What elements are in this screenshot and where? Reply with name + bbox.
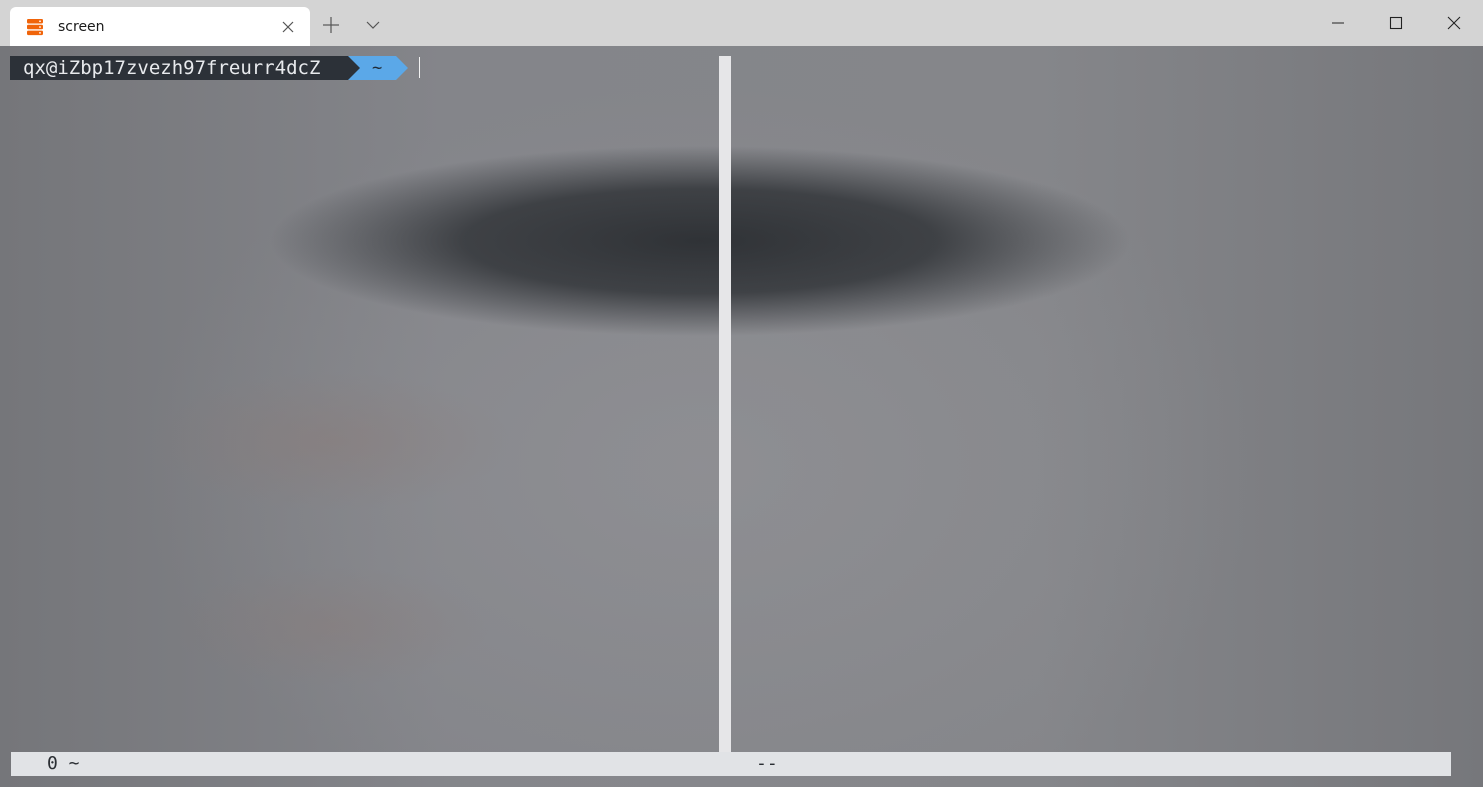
server-stack-icon — [26, 18, 44, 36]
prompt-end-arrow — [396, 56, 408, 80]
text-cursor — [419, 57, 420, 78]
minimize-button[interactable] — [1309, 0, 1367, 46]
pane-divider[interactable] — [719, 56, 731, 752]
tab-screen[interactable]: screen — [10, 7, 310, 46]
chevron-down-icon[interactable] — [363, 15, 383, 35]
maximize-button[interactable] — [1367, 0, 1425, 46]
tab-close-icon[interactable] — [278, 17, 298, 37]
status-indicator: -- — [756, 753, 778, 774]
minimize-icon — [1332, 22, 1344, 24]
terminal-pane[interactable]: qx@iZbp17zvezh97freurr4dcZ ~ 0 ~ -- — [0, 46, 1483, 787]
screen-status-bar: 0 ~ -- — [11, 752, 1451, 776]
status-window-list: 0 ~ — [47, 753, 80, 774]
prompt-user-host: qx@iZbp17zvezh97freurr4dcZ — [23, 57, 321, 79]
close-icon — [1447, 16, 1461, 30]
tab-title: screen — [58, 19, 105, 35]
terminal-window: screen qx@iZbp17zvezh97freurr4dcZ ~ 0 ~ … — [0, 0, 1483, 787]
maximize-icon — [1389, 16, 1403, 30]
title-bar: screen — [0, 0, 1483, 46]
prompt-directory: ~ — [372, 58, 383, 78]
prompt-separator — [348, 56, 360, 80]
close-window-button[interactable] — [1425, 0, 1483, 46]
plus-icon[interactable] — [320, 14, 342, 36]
